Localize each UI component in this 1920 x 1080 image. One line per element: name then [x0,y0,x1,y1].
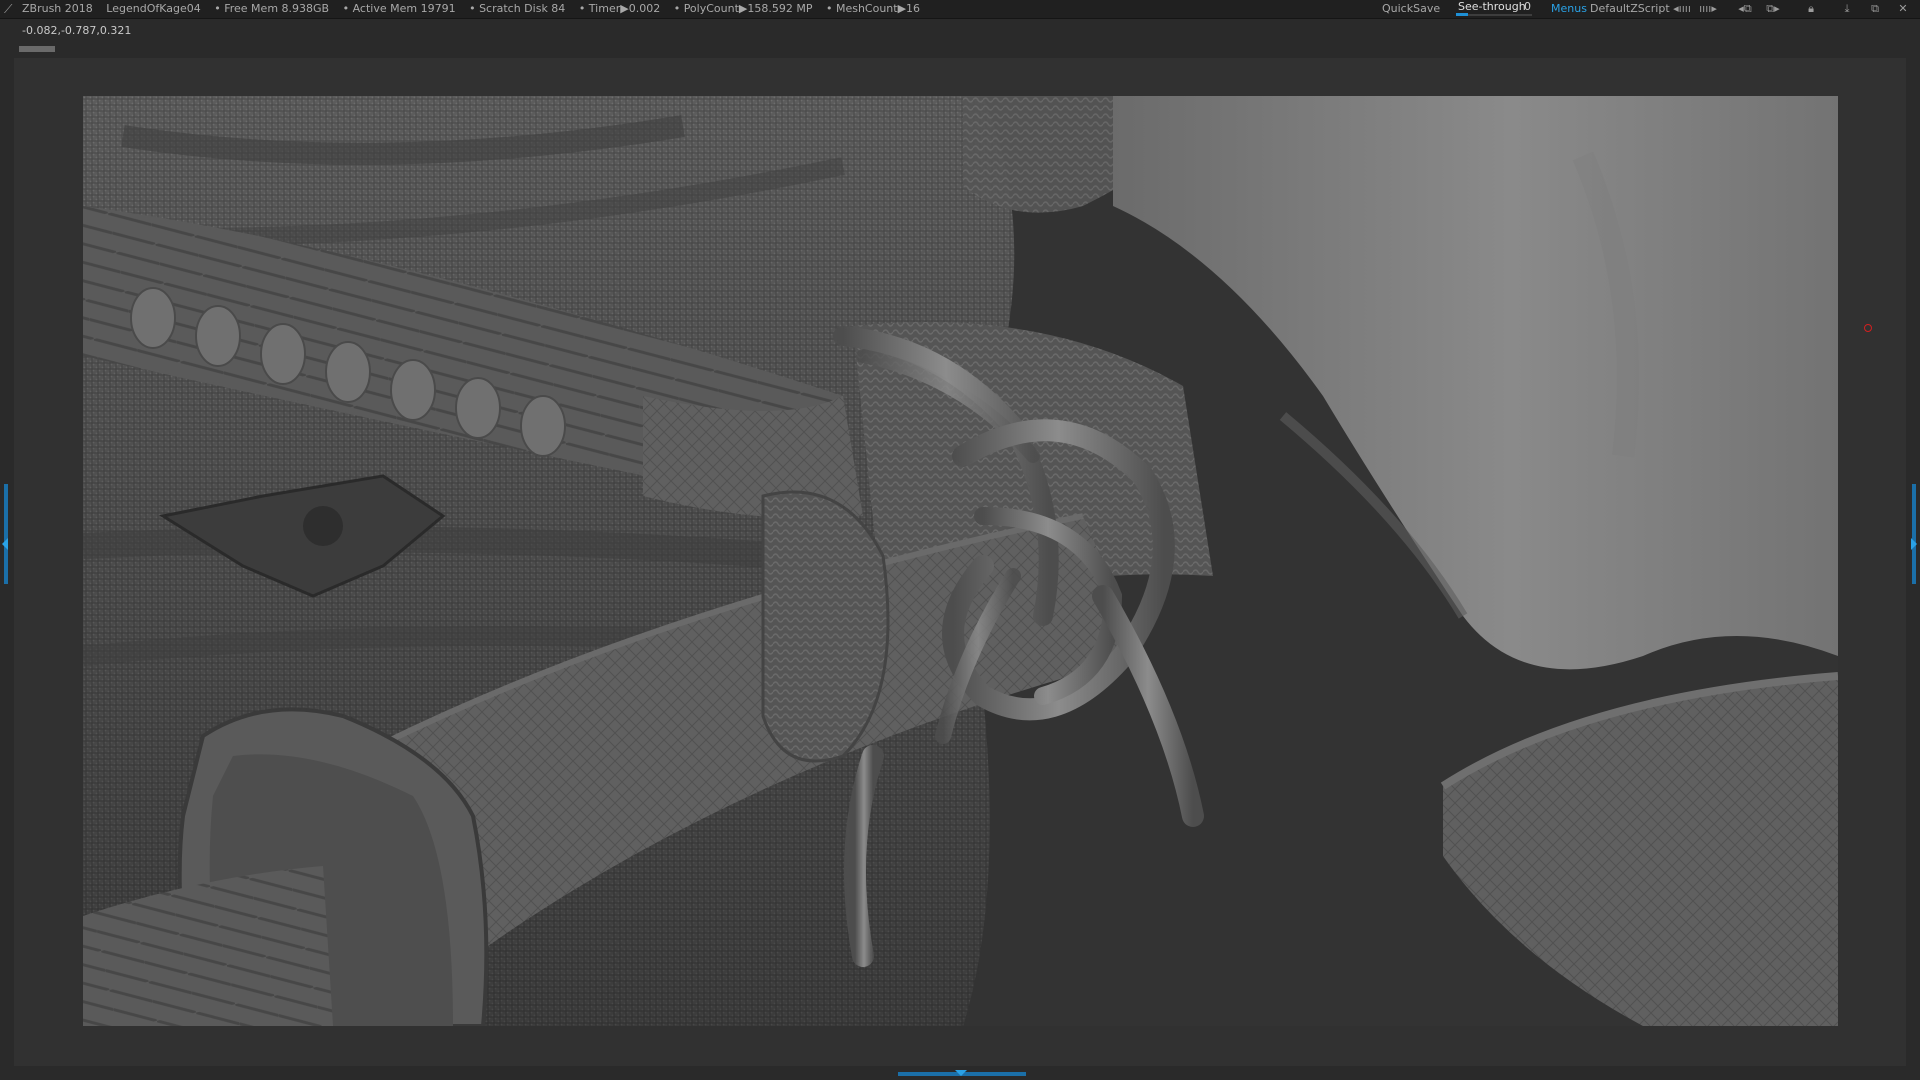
free-mem: • Free Mem 8.938GB [214,2,330,15]
red-marker [1864,324,1872,332]
sculpt-render[interactable] [83,96,1838,1026]
layout-swap-icon[interactable]: ⧉▸ [1762,2,1784,16]
quicksave-button[interactable]: QuickSave [1382,0,1440,18]
left-tray-arrow-icon[interactable] [2,538,8,550]
readout-bar [19,46,55,52]
minimize-icon[interactable]: ⤓ [1840,2,1854,16]
active-mem: • Active Mem 19791 [342,2,456,15]
sculpt-viewport[interactable] [83,96,1838,1026]
bottom-tray-arrow-icon[interactable] [955,1070,967,1076]
status-line: ZBrush 2018 LegendOfKage04 • Free Mem 8.… [22,0,930,18]
layout-icon[interactable]: ◂⧉ [1736,2,1754,16]
timer: • Timer▶0.002 [578,2,661,15]
polycount: • PolyCount▶158.592 MP [673,2,813,15]
meshcount: • MeshCount▶16 [825,2,921,15]
left-tray-handle[interactable] [4,484,8,584]
right-tray-arrow-icon[interactable] [1911,538,1917,550]
document-name: LegendOfKage04 [106,2,201,15]
menus-toggle[interactable]: Menus [1551,0,1587,18]
app-name: ZBrush 2018 [22,2,93,15]
scratch-disk: • Scratch Disk 84 [469,2,566,15]
title-status-bar: ⟋ ZBrush 2018 LegendOfKage04 • Free Mem … [0,0,1920,19]
close-icon[interactable]: ✕ [1896,2,1910,16]
coordinate-readout: -0.082,-0.787,0.321 [22,24,132,37]
see-through-slider[interactable]: See-through 0 [1456,0,1532,18]
lock-icon[interactable]: 🔒︎ [1804,2,1818,16]
restore-icon[interactable]: ⧉ [1868,2,1882,16]
zbrush-logo-icon[interactable]: ⟋ [4,2,18,16]
default-zscript-button[interactable]: DefaultZScript [1590,0,1670,18]
right-tray-handle[interactable] [1912,484,1916,584]
see-through-label: See-through [1458,0,1526,13]
palette-right-icon[interactable]: ıııı▸ [1698,2,1718,16]
zbrush-window: ⟋ ZBrush 2018 LegendOfKage04 • Free Mem … [0,0,1920,1080]
palette-left-icon[interactable]: ◂ıııı [1672,2,1692,16]
see-through-value: 0 [1524,0,1531,13]
